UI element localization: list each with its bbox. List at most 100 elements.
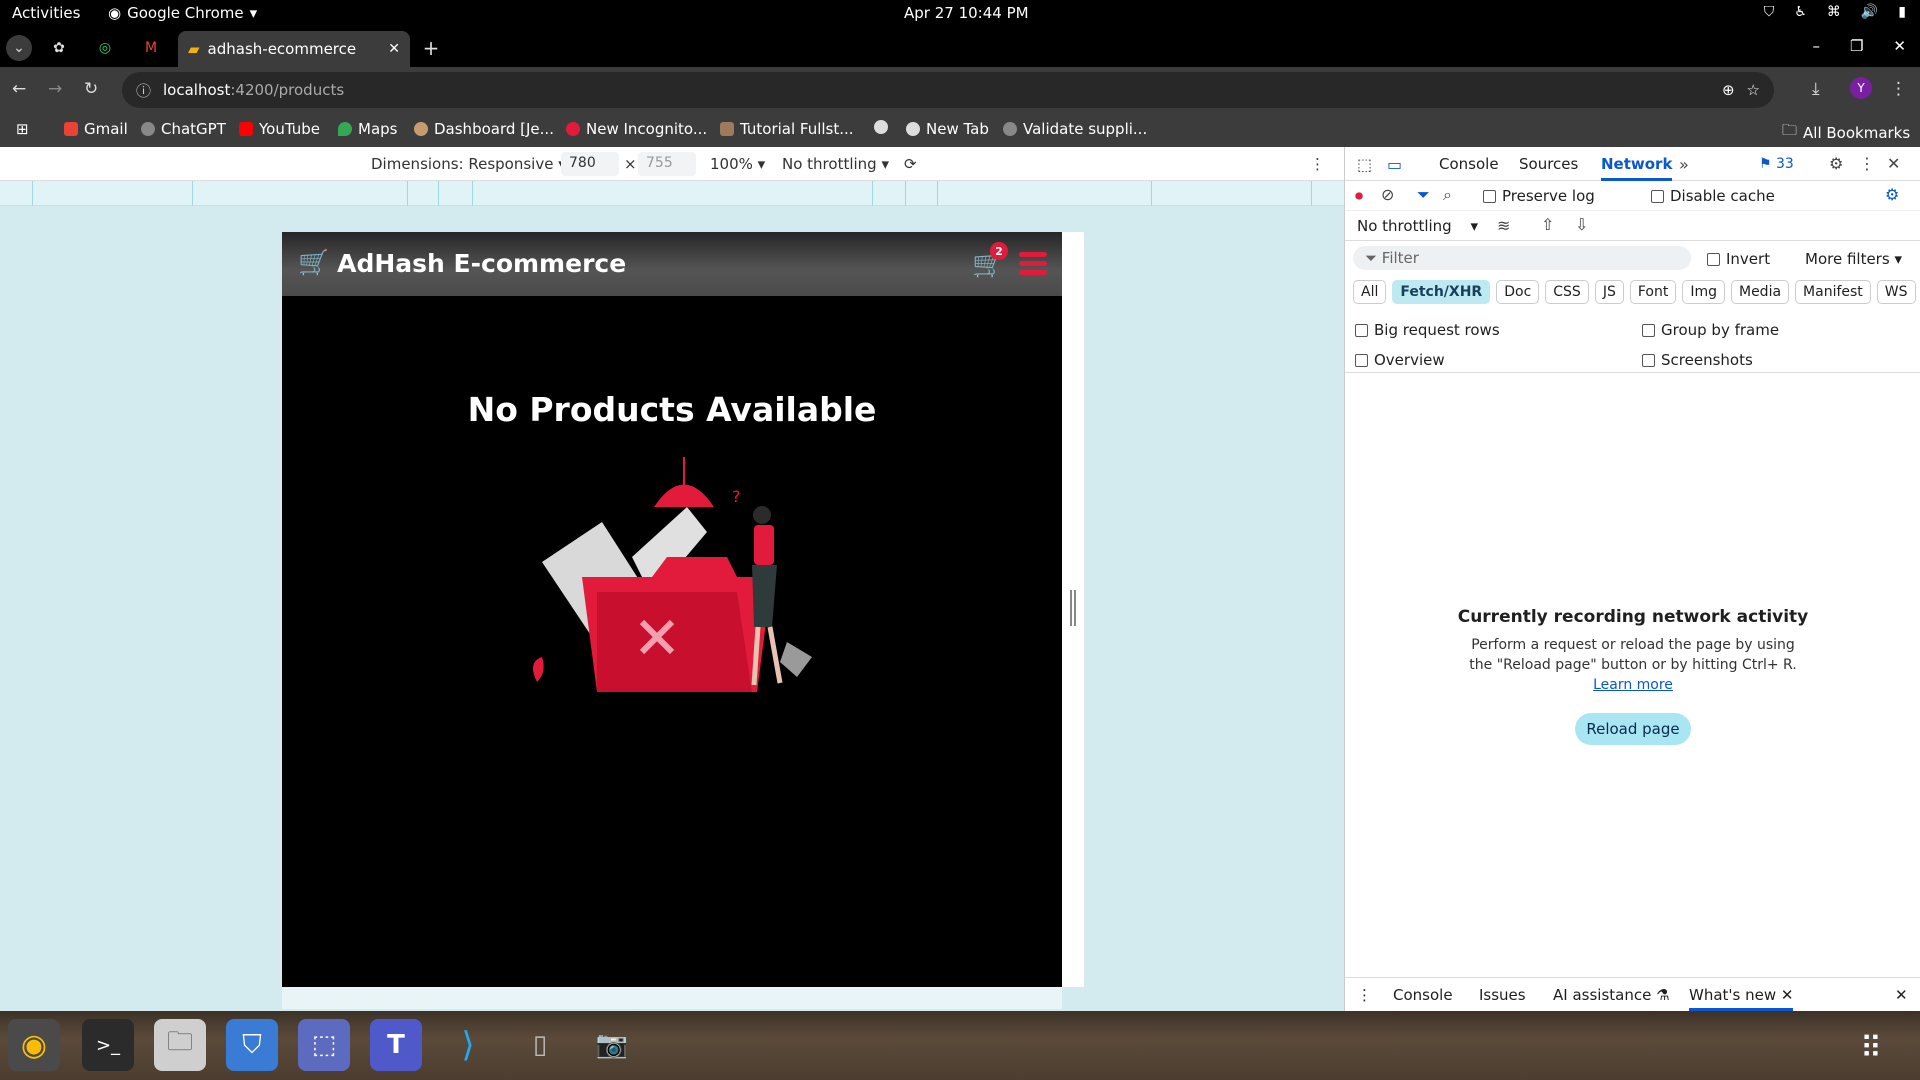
bookmark-star-icon[interactable]: ☆ [1747,81,1760,99]
dock-security-icon[interactable]: ⛉ [226,1019,278,1071]
export-har-icon[interactable]: ⇩ [1575,215,1588,234]
filter-icon[interactable]: ⏷ [1417,185,1430,205]
system-tray[interactable]: ⛉ ♿ ⌘ 🔊 ▮ [1764,4,1906,20]
group-by-frame-checkbox[interactable]: Group by frame [1642,321,1779,339]
bookmark-newtab[interactable]: New Tab [906,120,989,138]
close-window-icon[interactable]: ✕ [1893,37,1906,55]
bookmark-validate[interactable]: Validate suppli... [1003,120,1147,138]
inspect-element-icon[interactable]: ⬚ [1357,155,1372,174]
disable-cache-checkbox[interactable]: Disable cache [1651,187,1775,205]
all-bookmarks[interactable]: 🗀 All Bookmarks [1782,120,1910,145]
screenshots-checkbox[interactable]: Screenshots [1642,351,1753,369]
network-throttle-select[interactable]: No throttling ▾ [1357,217,1478,235]
filter-chip[interactable]: Fetch/XHR [1392,280,1491,304]
dock-screenshot-tool-icon[interactable]: ⬚ [298,1019,350,1071]
height-input[interactable]: 755 [638,152,696,176]
rotate-icon[interactable]: ⟳ [904,155,917,173]
bookmark-gmail[interactable]: Gmail [64,120,128,138]
dock-teams-icon[interactable]: T [370,1019,422,1071]
zoom-icon[interactable]: ⊕ [1722,81,1735,99]
filter-chip[interactable]: All [1353,280,1387,304]
close-tab-icon[interactable]: ✕ [388,41,400,57]
zoom-select[interactable]: 100% ▾ [710,155,765,173]
filter-chip[interactable]: WS [1876,280,1916,304]
minimize-icon[interactable]: – [1812,37,1820,55]
filter-chip[interactable]: Manifest [1795,280,1871,304]
filter-input[interactable]: ⏷ Filter [1353,246,1691,270]
network-settings-icon[interactable]: ⚙ [1885,185,1899,204]
tab-sources[interactable]: Sources [1519,155,1578,173]
pinned-tab-whatsapp[interactable]: ◎ [92,35,118,61]
tab-console[interactable]: Console [1439,155,1499,173]
drawer-tab-ai[interactable]: AI assistance ⚗ [1553,986,1670,1004]
dock-vscode-icon[interactable]: ⟩ [442,1019,494,1071]
overview-checkbox[interactable]: Overview [1355,351,1445,369]
filter-chip[interactable]: CSS [1545,280,1589,304]
drawer-tab-whats-new[interactable]: What's new ✕ [1689,986,1794,1011]
reload-icon[interactable]: ↻ [84,79,98,99]
download-icon[interactable]: ⤓ [1812,79,1820,99]
drawer-tab-issues[interactable]: Issues [1479,986,1526,1004]
back-icon[interactable]: ← [12,79,26,99]
filter-chip[interactable]: Media [1730,280,1790,304]
pinned-tab-gmail[interactable]: M [138,35,164,61]
new-tab-button[interactable]: + [418,35,444,61]
device-menu-icon[interactable]: ⋮ [1310,155,1325,173]
show-apps-icon[interactable]: ⠿ [1860,1031,1882,1066]
bookmark-youtube[interactable]: YouTube [239,120,320,138]
filter-chip[interactable]: Doc [1496,280,1540,304]
profile-avatar[interactable]: Y [1850,77,1872,99]
learn-more-link[interactable]: Learn more [1593,677,1673,693]
brand-logo[interactable]: 🛒 AdHash E-commerce [298,248,626,278]
bookmark-tutorial[interactable]: Tutorial Fullst... [720,120,854,138]
invert-checkbox[interactable]: Invert [1707,250,1770,268]
tab-search-icon[interactable]: ⌄ [6,35,32,61]
dimensions-select[interactable]: Dimensions: Responsive ▾ [371,155,566,173]
width-input[interactable]: 780 [561,152,619,176]
big-request-rows-checkbox[interactable]: Big request rows [1355,321,1500,339]
filter-chip[interactable]: JS [1594,280,1624,304]
dock-camera-icon[interactable]: 📷 [586,1019,638,1071]
drawer-tab-console[interactable]: Console [1393,986,1453,1004]
clear-icon[interactable]: ⊘ [1381,185,1394,204]
activities-button[interactable]: Activities [12,4,80,22]
dock-device-icon[interactable]: ▯ [514,1019,566,1071]
resize-handle-bottom[interactable] [282,987,1062,1009]
media-query-ruler[interactable] [0,181,1344,206]
more-tabs-icon[interactable]: » [1679,155,1689,174]
address-bar[interactable]: ⓘ localhost:4200/products ⊕ ☆ [122,72,1774,108]
dock-files-icon[interactable]: 🗀 [154,1019,206,1071]
drawer-menu-icon[interactable]: ⋮ [1357,986,1372,1004]
pinned-tab-chatgpt[interactable]: ✿ [46,35,72,61]
throttle-select[interactable]: No throttling ▾ [782,155,889,173]
search-icon[interactable]: ⌕ [1443,185,1452,205]
settings-gear-icon[interactable]: ⚙ [1829,154,1843,173]
issues-counter[interactable]: ⚑ 33 [1759,156,1794,172]
record-icon[interactable]: ⏺ [1355,186,1363,206]
close-icon[interactable]: ✕ [1781,986,1794,1004]
reload-page-button[interactable]: Reload page [1575,713,1691,745]
clock[interactable]: Apr 27 10:44 PM [904,4,1029,22]
preserve-log-checkbox[interactable]: Preserve log [1483,187,1595,205]
close-devtools-icon[interactable]: ✕ [1887,154,1900,173]
app-menu[interactable]: ◉ Google Chrome ▾ [108,4,257,22]
site-info-icon[interactable]: ⓘ [136,80,151,101]
bookmark-globe[interactable] [874,120,888,134]
import-har-icon[interactable]: ⇧ [1541,215,1554,234]
close-drawer-icon[interactable]: ✕ [1895,986,1908,1004]
bookmark-incognito[interactable]: New Incognito... [566,120,707,138]
bookmark-maps[interactable]: Maps [338,120,397,138]
more-filters-dropdown[interactable]: More filters ▾ [1805,250,1902,268]
dock-chrome-icon[interactable]: ◉ [8,1019,60,1071]
devtools-menu-icon[interactable]: ⋮ [1859,154,1875,173]
apps-icon[interactable]: ⊞ [16,120,29,138]
dock-terminal-icon[interactable]: >_ [82,1019,134,1071]
bookmark-chatgpt[interactable]: ChatGPT [141,120,226,138]
tab-network[interactable]: Network [1601,155,1673,181]
menu-kebab-icon[interactable]: ⋮ [1890,79,1907,99]
resize-handle-vertical[interactable] [1070,590,1076,626]
hamburger-menu-icon[interactable] [1019,252,1047,276]
filter-chip[interactable]: Font [1629,280,1677,304]
filter-chip[interactable]: Img [1682,280,1725,304]
forward-icon[interactable]: → [48,79,62,99]
